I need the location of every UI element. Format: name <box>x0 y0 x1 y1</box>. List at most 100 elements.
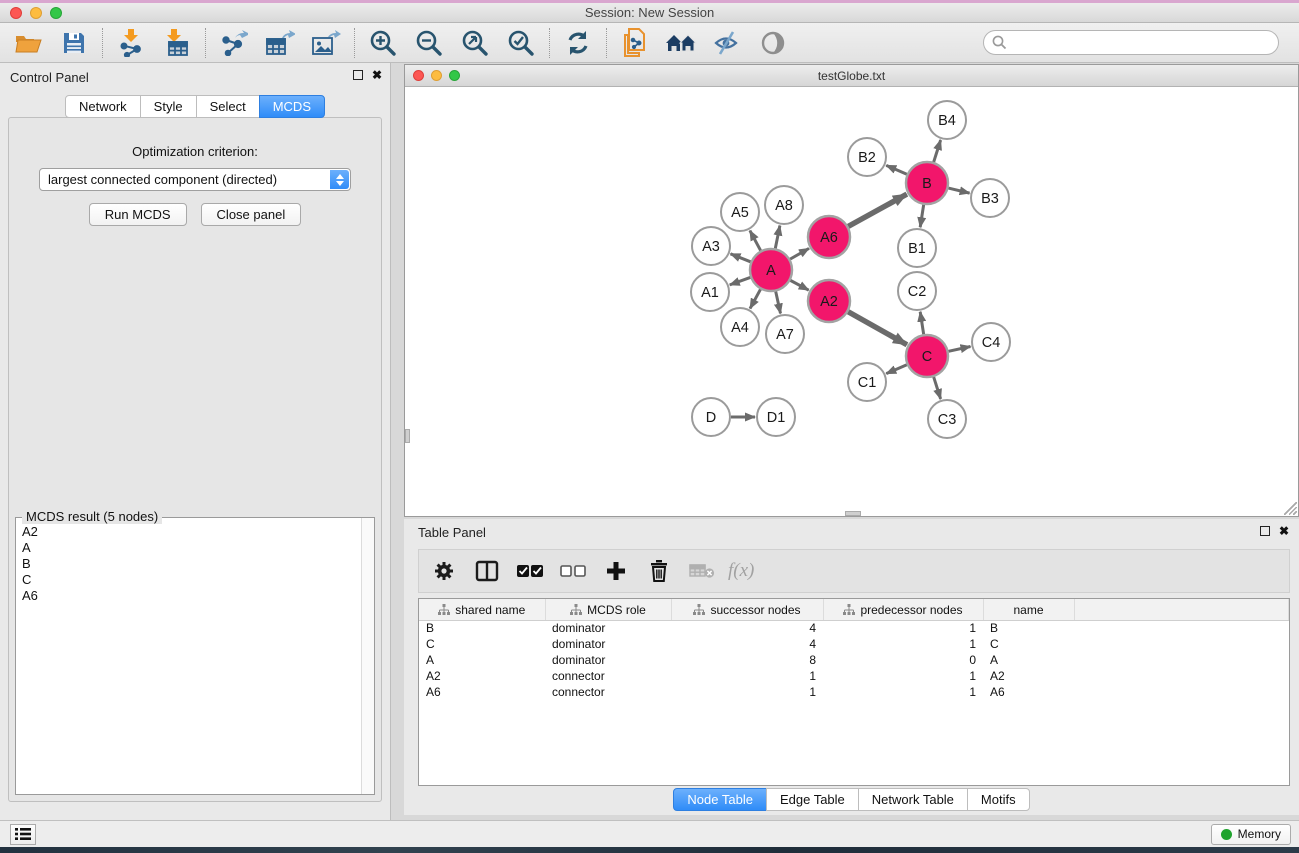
graph-edge-A2-C[interactable] <box>848 312 907 345</box>
show-graphics-details-button[interactable] <box>755 26 791 60</box>
delete-column-button[interactable] <box>642 554 676 588</box>
table-cell[interactable]: connector <box>545 684 671 700</box>
graph-node-A2[interactable]: A2 <box>808 280 850 322</box>
table-cell[interactable]: 0 <box>823 652 983 668</box>
hide-graphics-details-button[interactable] <box>709 26 745 60</box>
table-row[interactable]: A2connector11A2 <box>419 668 1289 684</box>
save-session-button[interactable] <box>56 26 92 60</box>
table-cell[interactable]: B <box>419 620 545 636</box>
home-button[interactable] <box>663 26 699 60</box>
table-cell[interactable]: connector <box>545 668 671 684</box>
select-all-checkboxes-button[interactable] <box>513 554 547 588</box>
zoom-fit-button[interactable] <box>457 26 493 60</box>
network-vertical-scroll-thumb[interactable] <box>405 429 410 443</box>
table-cell[interactable]: A <box>983 652 1074 668</box>
clear-all-checkboxes-button[interactable] <box>556 554 590 588</box>
graph-node-A4[interactable]: A4 <box>721 308 759 346</box>
graph-node-B2[interactable]: B2 <box>848 138 886 176</box>
graph-node-A7[interactable]: A7 <box>766 315 804 353</box>
graph-node-C[interactable]: C <box>906 335 948 377</box>
graph-node-B[interactable]: B <box>906 162 948 204</box>
column-header-shared-name[interactable]: shared name <box>419 599 545 620</box>
refresh-view-button[interactable] <box>560 26 596 60</box>
table-cell[interactable]: A6 <box>419 684 545 700</box>
graph-edge-A-A8[interactable] <box>775 226 780 249</box>
table-cell[interactable]: A6 <box>983 684 1074 700</box>
graph-edge-A-A3[interactable] <box>730 254 750 262</box>
table-cell[interactable]: A2 <box>983 668 1074 684</box>
float-panel-icon[interactable] <box>353 70 363 80</box>
export-image-button[interactable] <box>308 26 344 60</box>
table-row[interactable]: A6connector11A6 <box>419 684 1289 700</box>
graph-node-C1[interactable]: C1 <box>848 363 886 401</box>
table-cell[interactable]: dominator <box>545 636 671 652</box>
graph-edge-C-C4[interactable] <box>948 346 970 351</box>
graph-edge-C-C3[interactable] <box>934 377 941 399</box>
criterion-dropdown[interactable]: largest connected component (directed) <box>39 168 351 191</box>
table-cell[interactable]: 1 <box>823 684 983 700</box>
graph-edge-A-A5[interactable] <box>750 231 761 251</box>
graph-node-A[interactable]: A <box>750 249 792 291</box>
graph-node-B4[interactable]: B4 <box>928 101 966 139</box>
graph-node-D1[interactable]: D1 <box>757 398 795 436</box>
graph-edge-C-C1[interactable] <box>886 365 907 374</box>
tab-edge-table[interactable]: Edge Table <box>766 788 859 811</box>
window-resize-grip[interactable] <box>1284 502 1297 515</box>
memory-button[interactable]: Memory <box>1211 824 1291 845</box>
graph-node-C2[interactable]: C2 <box>898 272 936 310</box>
graph-edge-B-B2[interactable] <box>886 165 907 174</box>
graph-edge-A-A7[interactable] <box>776 291 781 313</box>
graph-edge-B-B3[interactable] <box>948 188 969 193</box>
table-cell[interactable]: 4 <box>671 636 823 652</box>
close-panel-button[interactable]: Close panel <box>201 203 302 226</box>
zoom-selected-button[interactable] <box>503 26 539 60</box>
tab-style[interactable]: Style <box>140 95 197 118</box>
table-cell[interactable]: C <box>419 636 545 652</box>
table-cell[interactable]: 1 <box>823 620 983 636</box>
table-cell[interactable]: 4 <box>671 620 823 636</box>
table-header-row[interactable]: shared nameMCDS rolesuccessor nodesprede… <box>419 599 1289 620</box>
run-mcds-button[interactable]: Run MCDS <box>89 203 187 226</box>
tab-mcds[interactable]: MCDS <box>259 95 325 118</box>
show-panels-list-button[interactable] <box>10 824 36 845</box>
graph-edge-A-A2[interactable] <box>790 280 808 290</box>
export-table-button[interactable] <box>262 26 298 60</box>
graph-node-C3[interactable]: C3 <box>928 400 966 438</box>
table-cell[interactable]: dominator <box>545 652 671 668</box>
graph-edge-A6-B[interactable] <box>848 194 907 226</box>
graph-node-A5[interactable]: A5 <box>721 193 759 231</box>
graph-node-C4[interactable]: C4 <box>972 323 1010 361</box>
tab-network-table[interactable]: Network Table <box>858 788 968 811</box>
network-window-titlebar[interactable]: testGlobe.txt <box>405 65 1298 87</box>
table-row[interactable]: Adominator80A <box>419 652 1289 668</box>
close-table-panel-icon[interactable]: ✖ <box>1279 526 1289 536</box>
column-header-mcds-role[interactable]: MCDS role <box>545 599 671 620</box>
import-network-button[interactable] <box>113 26 149 60</box>
graph-edge-A-A1[interactable] <box>730 277 751 284</box>
add-column-button[interactable] <box>599 554 633 588</box>
table-cell[interactable]: A <box>419 652 545 668</box>
import-table-button[interactable] <box>159 26 195 60</box>
table-cell[interactable]: A2 <box>419 668 545 684</box>
graph-node-A6[interactable]: A6 <box>808 216 850 258</box>
graph-node-A1[interactable]: A1 <box>691 273 729 311</box>
table-row[interactable]: Cdominator41C <box>419 636 1289 652</box>
graph-node-A3[interactable]: A3 <box>692 227 730 265</box>
open-session-button[interactable] <box>10 26 46 60</box>
graph-edge-B-B4[interactable] <box>934 140 941 162</box>
table-cell[interactable]: dominator <box>545 620 671 636</box>
table-cell[interactable]: 8 <box>671 652 823 668</box>
graph-edge-B-B1[interactable] <box>920 205 923 228</box>
graph-edge-A-A6[interactable] <box>790 248 809 259</box>
table-cell[interactable]: 1 <box>671 668 823 684</box>
graph-edge-C-C2[interactable] <box>920 312 923 335</box>
tab-select[interactable]: Select <box>196 95 260 118</box>
zoom-in-button[interactable] <box>365 26 401 60</box>
float-table-panel-icon[interactable] <box>1260 526 1270 536</box>
function-builder-button[interactable]: f(x) <box>728 560 754 582</box>
table-cell[interactable]: C <box>983 636 1074 652</box>
graph-node-A8[interactable]: A8 <box>765 186 803 224</box>
network-canvas[interactable]: B4B2BB3A5A8A6A3B1AA1C2A2A4A7C4CC1C3DD1 <box>405 87 1298 516</box>
graph-node-B1[interactable]: B1 <box>898 229 936 267</box>
graph-node-B3[interactable]: B3 <box>971 179 1009 217</box>
